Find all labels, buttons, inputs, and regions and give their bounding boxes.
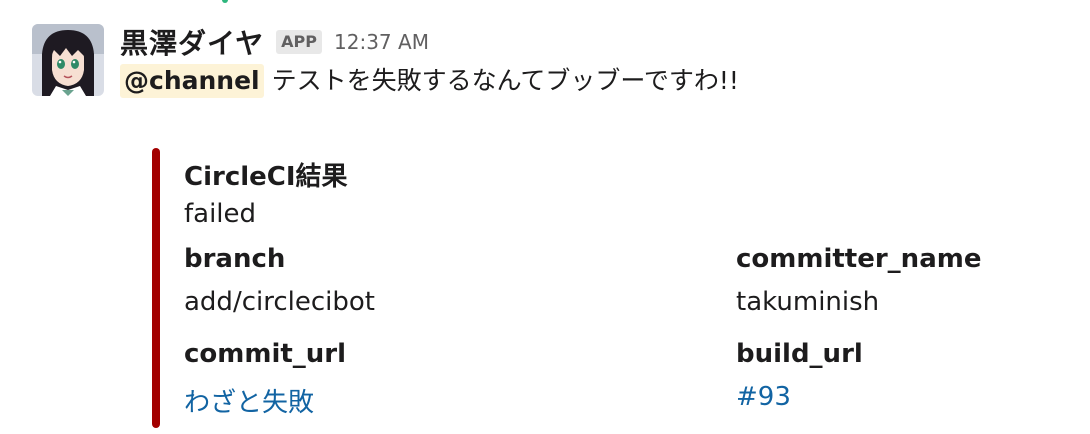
attachment-color-bar [152,148,160,428]
sender-name[interactable]: 黒澤ダイヤ [120,22,264,62]
build-url-title: build_url [736,339,863,369]
committer-title: committer_name [736,244,982,274]
branch-title: branch [184,244,286,274]
message-timestamp[interactable]: 12:37 AM [334,24,429,60]
build-url-link[interactable]: #93 [736,382,791,412]
avatar[interactable] [32,24,104,96]
commit-url-link[interactable]: わざと失敗 [184,382,314,419]
message-text: @channel テストを失敗するなんてブッブーですわ!! [120,64,1060,98]
unread-indicator [222,0,228,3]
message-header: 黒澤ダイヤ APP 12:37 AM [120,24,1060,60]
attachment-title: CircleCI結果 [184,162,348,192]
attachment: CircleCI結果 failed branch add/circlecibot… [152,148,1052,428]
message-content: 黒澤ダイヤ APP 12:37 AM @channel テストを失敗するなんてブ… [120,24,1060,98]
app-badge: APP [276,30,323,54]
message-body: テストを失敗するなんてブッブーですわ!! [271,66,739,95]
avatar-image-icon [32,24,104,96]
committer-value: takuminish [736,287,880,317]
commit-url-title: commit_url [184,339,347,369]
branch-value: add/circlecibot [184,287,375,317]
channel-mention[interactable]: @channel [120,64,264,98]
attachment-status: failed [184,199,257,229]
